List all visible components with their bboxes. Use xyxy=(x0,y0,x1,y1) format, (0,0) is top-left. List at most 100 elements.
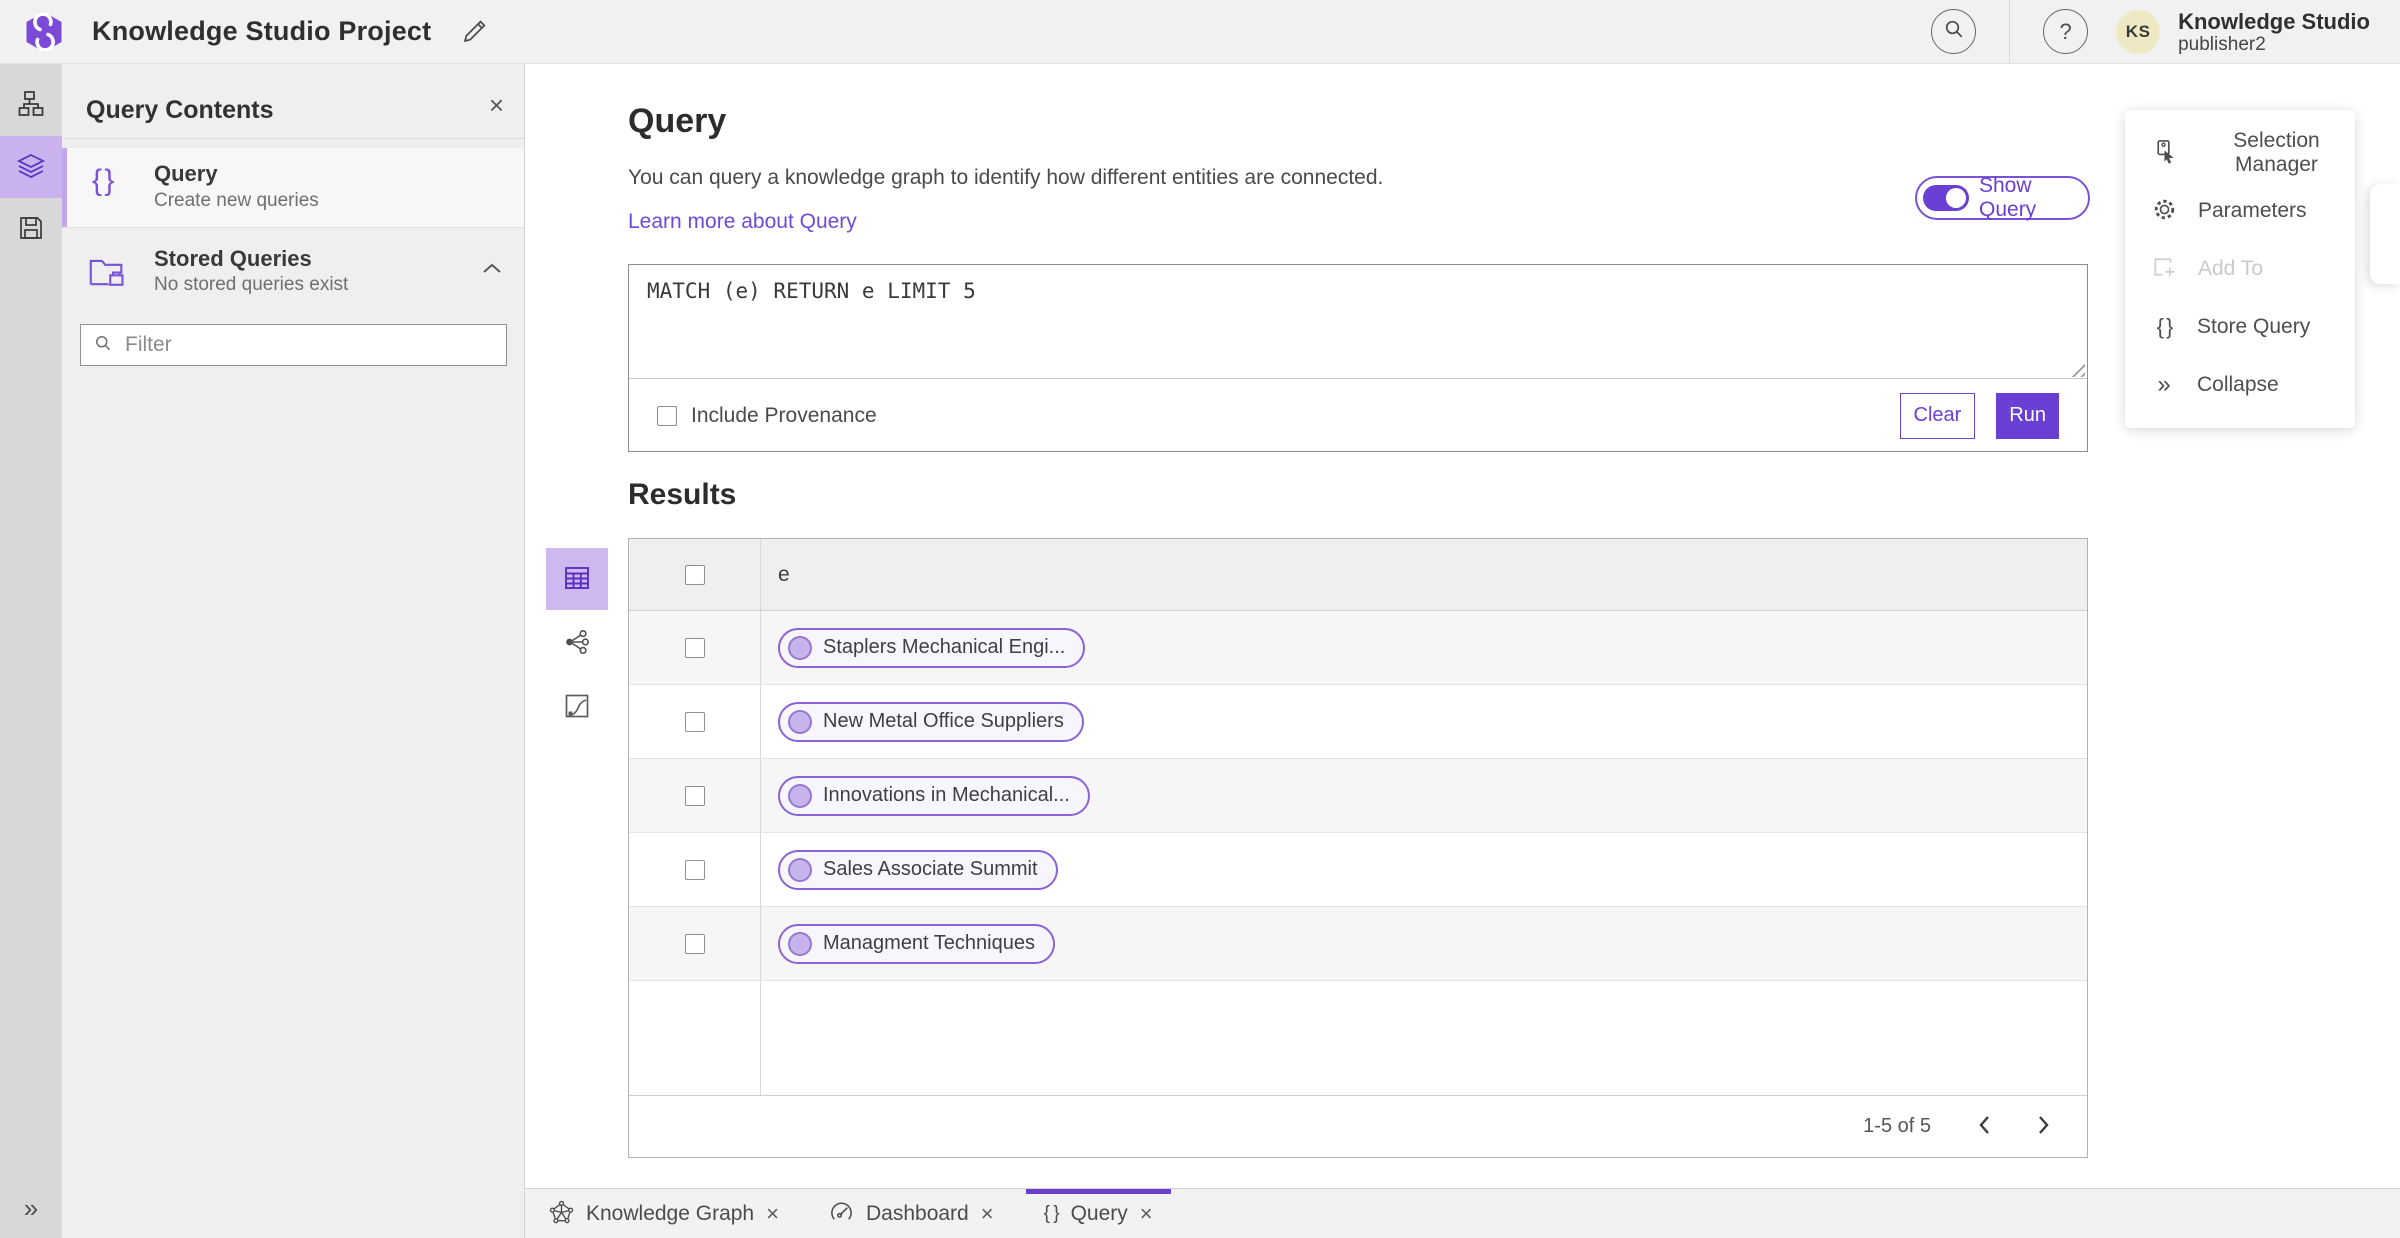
table-icon xyxy=(563,564,591,595)
user-role: publisher2 xyxy=(2178,34,2266,56)
save-button[interactable] xyxy=(0,198,62,260)
chevron-right-icon xyxy=(2037,1116,2051,1139)
query-item[interactable]: { } Query Create new queries xyxy=(62,148,524,228)
table-view-button[interactable] xyxy=(546,548,608,610)
query-contents-panel: Query Contents × { } Query Create new qu… xyxy=(62,64,525,1238)
user-block[interactable]: Knowledge Studio publisher2 xyxy=(2178,7,2370,56)
data-model-button[interactable] xyxy=(0,74,62,136)
double-chevron-right-icon: » xyxy=(23,1193,39,1223)
query-item-description: Create new queries xyxy=(154,190,319,211)
collapse-section-button[interactable] xyxy=(482,262,502,277)
page-title: Query xyxy=(628,102,727,140)
map-view-button[interactable] xyxy=(546,676,608,738)
next-page-button[interactable] xyxy=(2037,1114,2051,1140)
run-button[interactable]: Run xyxy=(1996,392,2059,439)
entity-pill[interactable]: Sales Associate Summit xyxy=(778,849,1058,890)
store-query-item[interactable]: { } Store Query xyxy=(2125,298,2355,356)
entity-pill[interactable]: Innovations in Mechanical... xyxy=(778,775,1090,816)
layers-icon xyxy=(16,151,46,184)
table-row: Managment Techniques xyxy=(629,907,2087,981)
active-indicator xyxy=(62,148,67,227)
panel-divider xyxy=(62,138,524,139)
app-logo-icon[interactable] xyxy=(22,10,66,54)
braces-icon: { } xyxy=(1043,1202,1060,1224)
tab-query[interactable]: { } Query × xyxy=(1025,1189,1171,1238)
expand-rail-button[interactable]: » xyxy=(0,1193,62,1224)
close-tab-icon[interactable]: × xyxy=(981,1202,994,1225)
select-all-checkbox[interactable] xyxy=(684,564,705,585)
clear-button[interactable]: Clear xyxy=(1899,392,1976,439)
header-checkbox-cell xyxy=(629,539,761,610)
toggle-label: Show Query xyxy=(1979,174,2037,221)
results-table: e Staplers Mechanical Engi... New Metal … xyxy=(628,538,2088,1158)
question-icon: ? xyxy=(2059,18,2072,44)
stored-queries-description: No stored queries exist xyxy=(154,274,349,295)
link-chart-icon xyxy=(563,628,591,659)
dashboard-gauge-icon xyxy=(829,1200,854,1228)
table-row: Innovations in Mechanical... xyxy=(629,759,2087,833)
entity-pill[interactable]: Managment Techniques xyxy=(778,923,1055,964)
prev-page-button[interactable] xyxy=(1977,1114,1991,1140)
entity-pill[interactable]: Staplers Mechanical Engi... xyxy=(778,627,1086,668)
collapsed-panel-handle[interactable] xyxy=(2370,184,2400,284)
query-textarea[interactable]: MATCH (e) RETURN e LIMIT 5 xyxy=(629,265,2087,379)
filter-input[interactable] xyxy=(125,333,494,357)
toggle-knob xyxy=(1946,188,1966,208)
query-item-label: Query xyxy=(154,161,218,186)
knowledge-graph-icon xyxy=(549,1200,574,1228)
learn-more-link[interactable]: Learn more about Query xyxy=(628,210,857,234)
collapse-item[interactable]: » Collapse xyxy=(2125,356,2355,414)
menu-item-label: Collapse xyxy=(2197,373,2279,396)
map-icon xyxy=(563,692,591,723)
app-window: Knowledge Studio Project ? KS Knowledge … xyxy=(0,0,2400,1238)
entity-dot-icon xyxy=(788,709,812,734)
include-provenance-checkbox[interactable] xyxy=(657,405,677,426)
parameters-item[interactable]: Parameters xyxy=(2125,182,2355,240)
tab-dashboard[interactable]: Dashboard × xyxy=(811,1189,1012,1238)
toggle-switch xyxy=(1923,185,1969,211)
gear-icon xyxy=(2151,196,2178,226)
menu-item-label: Selection Manager xyxy=(2233,129,2320,176)
header-column-cell: e xyxy=(761,563,2087,587)
panel-close-button[interactable]: × xyxy=(489,90,504,121)
show-query-toggle[interactable]: Show Query xyxy=(1915,174,2090,221)
braces-icon: { } xyxy=(92,164,114,197)
row-checkbox[interactable] xyxy=(684,933,705,954)
query-editor-box: MATCH (e) RETURN e LIMIT 5 Include Prove… xyxy=(628,264,2088,452)
edit-title-button[interactable] xyxy=(461,17,489,47)
entity-dot-icon xyxy=(788,857,812,882)
left-rail: » xyxy=(0,64,62,1238)
pagination-range: 1-5 of 5 xyxy=(1863,1115,1931,1137)
search-icon xyxy=(1942,17,1966,47)
panel-title: Query Contents xyxy=(86,96,274,124)
row-checkbox[interactable] xyxy=(684,859,705,880)
row-checkbox[interactable] xyxy=(684,711,705,732)
search-button[interactable] xyxy=(1931,9,1977,54)
entity-pill[interactable]: New Metal Office Suppliers xyxy=(778,701,1084,742)
entity-label: Managment Techniques xyxy=(823,932,1035,954)
entity-label: New Metal Office Suppliers xyxy=(823,710,1064,732)
stored-queries-item[interactable]: Stored Queries No stored queries exist xyxy=(62,240,524,314)
menu-item-label: Store Query xyxy=(2197,315,2311,338)
row-checkbox[interactable] xyxy=(684,785,705,806)
row-checkbox[interactable] xyxy=(684,637,705,658)
entity-dot-icon xyxy=(788,783,812,808)
results-title: Results xyxy=(628,478,737,511)
avatar[interactable]: KS xyxy=(2116,9,2161,54)
link-chart-view-button[interactable] xyxy=(546,612,608,674)
layers-button[interactable] xyxy=(0,136,62,198)
query-editor-footer: Include Provenance Clear Run xyxy=(629,379,2087,452)
help-button[interactable]: ? xyxy=(2043,9,2089,54)
braces-icon: { } xyxy=(2156,314,2174,339)
table-row: Staplers Mechanical Engi... xyxy=(629,611,2087,685)
query-actions-menu: Selection Manager Parameters Add To {} … xyxy=(2125,110,2355,428)
selection-manager-item[interactable]: Selection Manager xyxy=(2125,124,2355,182)
tab-label: Dashboard xyxy=(865,1201,969,1225)
tab-knowledge-graph[interactable]: Knowledge Graph × xyxy=(531,1189,797,1238)
close-tab-icon[interactable]: × xyxy=(1140,1202,1153,1225)
close-tab-icon[interactable]: × xyxy=(766,1202,779,1225)
selection-manager-icon xyxy=(2151,138,2178,168)
entity-label: Sales Associate Summit xyxy=(823,858,1038,880)
header-divider xyxy=(2009,0,2011,64)
add-to-item[interactable]: Add To xyxy=(2125,240,2355,298)
